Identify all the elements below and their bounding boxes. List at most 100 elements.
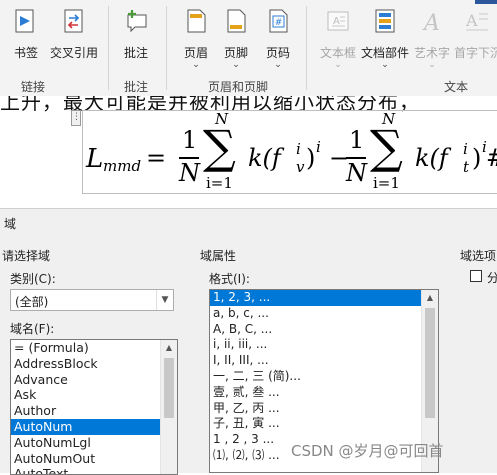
comment-button[interactable]: 批注 [114, 4, 158, 64]
quick-parts-icon [375, 9, 395, 33]
category-value: (全部) [15, 295, 49, 309]
format-label: 格式(I): [209, 272, 250, 286]
chevron-down-icon: ⌄ [453, 60, 497, 64]
equation-lhs-subscript: mmd [103, 157, 142, 175]
fraction-denominator: N [179, 159, 200, 187]
field-name-item[interactable]: AutoNumLgl [11, 435, 177, 451]
option-label: 分 [487, 271, 497, 285]
svg-text:A: A [422, 11, 440, 34]
quick-parts-button[interactable]: 文档部件 ⌄ [358, 4, 412, 70]
category-select[interactable]: (全部) ▼ [10, 289, 174, 311]
bookmark-button[interactable]: 书签 [6, 4, 46, 64]
format-item[interactable]: 甲, 乙, 丙 ... [210, 401, 438, 417]
chevron-down-icon: ⌄ [334, 60, 342, 70]
choose-field-heading: 请选择域 [2, 249, 51, 263]
field-dialog: 域 请选择域 类别(C): (全部) ▼ 域名(F): = (Formula) A… [0, 208, 497, 475]
equation-hash: # [486, 144, 497, 172]
separator [306, 6, 307, 90]
svg-text:A: A [333, 16, 340, 27]
format-item[interactable]: i, ii, iii, ... [210, 337, 438, 353]
equation-lhs: L [86, 144, 104, 174]
term1-power: i [316, 138, 321, 156]
format-item[interactable]: A, B, C, ... [210, 322, 438, 338]
term1-subscript: v [296, 158, 305, 176]
field-names-list[interactable]: = (Formula) AddressBlock Advance Ask Author A… [10, 339, 178, 475]
page-number-button[interactable]: # 页码 ⌄ [258, 4, 298, 70]
fraction2-denominator: N [346, 159, 367, 187]
chevron-down-icon: ⌄ [428, 60, 436, 70]
format-item[interactable]: a, b, c, ... [210, 306, 438, 322]
format-item[interactable]: 壹, 贰, 叁 ... [210, 385, 438, 401]
chevron-down-icon: ⌄ [381, 60, 389, 70]
equation-term1: k(f [248, 144, 281, 172]
document-area: 上升，最大可能是并被利用以缩小状态分布， ⋮ L mmd = 1 N N ∑ i… [0, 96, 497, 208]
chevron-down-icon: ⌄ [192, 60, 200, 70]
field-name-item[interactable]: AutoNumOut [11, 451, 177, 467]
textbox-icon: A [327, 11, 349, 31]
scroll-up-icon[interactable]: ▲ [422, 290, 438, 306]
ribbon: 书签 交叉引用 批注 页眉 ⌄ 页脚 ⌄ # 页码 ⌄ A 文本框 ⌄ 文档部件… [0, 0, 497, 97]
drop-cap-button[interactable]: A 首字下沉 ⌄ [453, 4, 497, 64]
footer-button[interactable]: 页脚 ⌄ [216, 4, 256, 70]
field-name-item[interactable]: Author [11, 403, 177, 419]
cross-reference-button[interactable]: 交叉引用 [46, 4, 102, 64]
format-item[interactable]: 一, 二, 三 (简)... [210, 369, 438, 385]
scroll-thumb[interactable] [164, 358, 174, 418]
page-number-icon: # [269, 9, 288, 33]
footer-icon [227, 9, 246, 33]
term2-superscript: i [463, 140, 468, 158]
drop-cap-icon: A [465, 11, 488, 31]
header-button[interactable]: 页眉 ⌄ [176, 4, 216, 70]
chevron-down-icon[interactable]: ▼ [156, 290, 173, 310]
term2-subscript: t [463, 158, 470, 176]
bookmark-icon [15, 9, 34, 33]
dialog-title: 域 [4, 217, 17, 231]
field-name-item[interactable]: Advance [11, 372, 177, 388]
field-names-label: 域名(F): [10, 322, 55, 336]
format-item[interactable]: 1, 2, 3, ... [210, 290, 438, 306]
equation-term2: k(f [415, 144, 448, 172]
svg-text:A: A [465, 11, 478, 30]
fraction2-numerator: 1 [349, 126, 365, 154]
group-label-header-footer: 页眉和页脚 [207, 80, 268, 94]
sum2-lower-limit: i=1 [373, 174, 400, 192]
textbox-button[interactable]: A 文本框 ⌄ [316, 4, 360, 70]
sum-lower-limit: i=1 [206, 174, 233, 192]
equation-handle[interactable]: ⋮ [71, 110, 81, 126]
chevron-down-icon: ⌄ [232, 60, 240, 70]
option-checkbox[interactable] [470, 270, 482, 282]
svg-text:#: # [275, 18, 283, 28]
wordart-icon: A [422, 11, 440, 34]
comment-icon [127, 10, 147, 33]
separator [166, 6, 167, 90]
group-label-comments: 批注 [123, 80, 148, 94]
scroll-up-icon[interactable]: ▲ [161, 340, 177, 356]
watermark: CSDN @岁月@可回首 [291, 442, 444, 460]
group-label-links: 链接 [20, 80, 45, 94]
field-names-scrollbar[interactable]: ▲ [160, 340, 177, 474]
scroll-thumb[interactable] [425, 308, 435, 418]
sigma2-symbol: ∑ [370, 120, 403, 174]
format-item[interactable]: I, II, III, ... [210, 353, 438, 369]
field-options-heading: 域选项 [460, 249, 497, 263]
equation-equals: = [146, 144, 167, 172]
group-label-text: 文本 [443, 80, 468, 94]
format-item[interactable]: 子, 丑, 寅 ... [210, 416, 438, 432]
field-name-item[interactable]: = (Formula) [11, 340, 177, 356]
separator [108, 6, 109, 90]
field-name-item[interactable]: AutoText [11, 466, 177, 474]
header-icon [187, 9, 206, 33]
term2-close-paren: ) [472, 144, 482, 172]
field-name-item[interactable]: AutoNum [11, 418, 177, 435]
term1-superscript: i [296, 140, 301, 158]
term1-close-paren: ) [306, 144, 316, 172]
field-properties-heading: 域属性 [200, 249, 237, 263]
field-name-item[interactable]: AddressBlock [11, 356, 177, 372]
wordart-button[interactable]: A 艺术字 ⌄ [412, 4, 452, 70]
chevron-down-icon: ⌄ [274, 60, 282, 70]
sigma-symbol: ∑ [203, 120, 236, 174]
field-name-item[interactable]: Ask [11, 387, 177, 403]
category-label: 类别(C): [10, 272, 56, 286]
cross-reference-icon [64, 9, 83, 33]
fraction-numerator: 1 [182, 126, 198, 154]
